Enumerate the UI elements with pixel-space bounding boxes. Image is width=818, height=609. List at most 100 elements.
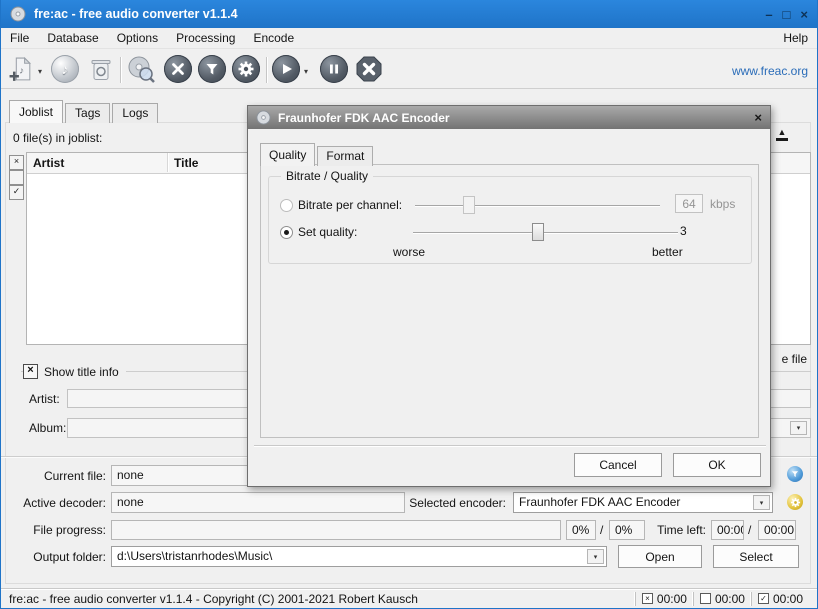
processing-settings-icon[interactable]	[787, 466, 803, 482]
percent-separator: /	[600, 523, 603, 537]
bitrate-value-field[interactable]: 64	[675, 194, 703, 213]
select-all-button[interactable]: ×	[9, 155, 24, 170]
column-divider[interactable]	[167, 153, 169, 172]
selected-encoder-value: Fraunhofer FDK AAC Encoder	[519, 495, 680, 509]
bitrate-slider-thumb[interactable]	[463, 196, 475, 214]
minimize-icon[interactable]: –	[765, 8, 772, 21]
window-title: fre:ac - free audio converter v1.1.4	[34, 7, 757, 21]
toolbar: ♪ ▾ ♪ ▾ www.freac.org	[1, 50, 817, 89]
dialog-tab-strip: Quality Format	[260, 143, 375, 166]
tab-joblist[interactable]: Joblist	[9, 100, 63, 123]
encoder-config-icon[interactable]	[787, 494, 803, 510]
toolbar-separator	[120, 57, 122, 83]
show-title-info-label: Show title info	[44, 365, 119, 379]
group-label: Bitrate / Quality	[281, 169, 373, 183]
select-none-button[interactable]	[9, 170, 24, 185]
time-unselected-panel: 00:00	[693, 592, 751, 606]
time-selected-value: 00:00	[657, 592, 687, 606]
bitrate-slider[interactable]	[415, 205, 660, 207]
output-folder-value: d:\Users\tristanrhodes\Music\	[117, 549, 272, 563]
add-files-dropdown-icon[interactable]: ▾	[38, 67, 42, 76]
dialog-close-icon[interactable]: ×	[754, 110, 762, 125]
menu-help[interactable]: Help	[783, 31, 808, 45]
active-decoder-label: Active decoder:	[1, 496, 106, 510]
quality-slider[interactable]	[413, 232, 678, 234]
toggle-selection-button[interactable]: ✓	[9, 185, 24, 200]
encoder-dialog: Fraunhofer FDK AAC Encoder × Quality For…	[247, 105, 771, 487]
toolbar-separator	[266, 57, 268, 83]
menu-file[interactable]: File	[10, 31, 29, 45]
tab-format[interactable]: Format	[317, 146, 373, 166]
title-info-combo-arrow-fragment[interactable]: ▾	[790, 421, 807, 435]
app-cd-icon	[10, 6, 26, 22]
bitrate-radio-label[interactable]: Bitrate per channel:	[298, 198, 402, 212]
album-label: Album:	[29, 421, 66, 435]
time-separator: /	[748, 523, 751, 537]
bitrate-radio[interactable]	[280, 199, 293, 212]
dialog-title: Fraunhofer FDK AAC Encoder	[278, 111, 450, 125]
maximize-icon[interactable]: □	[783, 8, 791, 21]
add-cd-icon[interactable]: ♪	[51, 55, 79, 83]
menu-encode[interactable]: Encode	[253, 31, 294, 45]
dialog-title-bar[interactable]: Fraunhofer FDK AAC Encoder ×	[248, 106, 770, 129]
tab-tags[interactable]: Tags	[65, 103, 110, 123]
output-folder-arrow-icon[interactable]: ▾	[587, 549, 604, 564]
stop-encoding-icon[interactable]	[355, 55, 383, 83]
dialog-button-separator	[254, 445, 766, 447]
column-header-artist[interactable]: Artist	[33, 156, 64, 170]
menu-processing[interactable]: Processing	[176, 31, 235, 45]
title-bar[interactable]: fre:ac - free audio converter v1.1.4 – □…	[1, 0, 817, 28]
time-total-panel: ✓ 00:00	[751, 592, 809, 606]
select-button[interactable]: Select	[713, 545, 799, 568]
artist-label: Artist:	[29, 392, 60, 406]
menu-options[interactable]: Options	[117, 31, 158, 45]
active-decoder-value: none	[111, 492, 405, 513]
show-title-info-checkbox[interactable]: × Show title info	[23, 364, 126, 379]
selected-encoder-combo[interactable]: Fraunhofer FDK AAC Encoder ▾	[513, 492, 773, 513]
joblist-count-text: 0 file(s) in joblist:	[13, 131, 102, 145]
quality-slider-thumb[interactable]	[532, 223, 544, 241]
time-left-file-value: 00:00	[711, 520, 744, 540]
output-folder-combo[interactable]: d:\Users\tristanrhodes\Music\ ▾	[111, 546, 607, 567]
dialog-cd-icon	[256, 110, 271, 125]
cddb-query-icon[interactable]	[127, 55, 155, 83]
start-encoding-dropdown-icon[interactable]: ▾	[304, 67, 308, 76]
time-left-total-value: 00:00	[758, 520, 796, 540]
quality-radio[interactable]	[280, 226, 293, 239]
signal-processing-icon[interactable]	[198, 55, 226, 83]
ok-button[interactable]: OK	[673, 453, 761, 477]
menu-database[interactable]: Database	[47, 31, 98, 45]
better-label: better	[652, 245, 683, 259]
remove-all-icon[interactable]	[89, 55, 113, 83]
eject-button[interactable]: ▲	[773, 128, 791, 141]
total-percent-value: 0%	[609, 520, 645, 540]
file-progress-label: File progress:	[1, 523, 106, 537]
checkbox-checked-icon: ×	[23, 364, 38, 379]
pause-encoding-icon[interactable]	[320, 55, 348, 83]
output-folder-label: Output folder:	[1, 550, 106, 564]
total-tracks-icon: ✓	[758, 593, 769, 604]
column-header-title[interactable]: Title	[174, 156, 198, 170]
window-controls: – □ ×	[765, 8, 808, 21]
quality-value: 3	[680, 224, 687, 238]
general-settings-icon[interactable]	[164, 55, 192, 83]
svg-text:♪: ♪	[19, 65, 24, 75]
bitrate-unit-label: kbps	[710, 197, 735, 211]
start-encoding-icon[interactable]	[272, 55, 300, 83]
open-button[interactable]: Open	[618, 545, 702, 568]
tab-quality[interactable]: Quality	[260, 143, 315, 166]
unselected-tracks-icon	[700, 593, 711, 604]
quality-radio-label[interactable]: Set quality:	[298, 225, 357, 239]
selected-encoder-arrow-icon[interactable]: ▾	[753, 495, 770, 510]
cancel-button[interactable]: Cancel	[574, 453, 662, 477]
worse-label: worse	[393, 245, 425, 259]
app-window: fre:ac - free audio converter v1.1.4 – □…	[0, 0, 818, 609]
tab-logs[interactable]: Logs	[112, 103, 158, 123]
add-files-icon[interactable]: ♪	[7, 55, 35, 83]
selected-tracks-icon: ×	[642, 593, 653, 604]
website-link[interactable]: www.freac.org	[732, 64, 808, 78]
encoder-settings-icon[interactable]	[232, 55, 260, 83]
time-unselected-value: 00:00	[715, 592, 745, 606]
close-icon[interactable]: ×	[800, 8, 808, 21]
status-bar: fre:ac - free audio converter v1.1.4 - C…	[1, 588, 817, 608]
